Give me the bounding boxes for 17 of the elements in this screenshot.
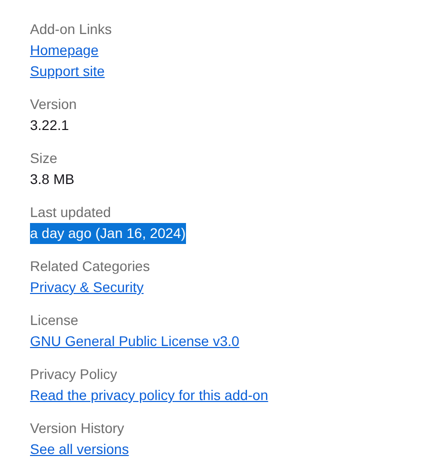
section-label: Last updated [30,203,111,222]
section-label: Size [30,149,58,168]
link[interactable]: Support site [30,61,105,82]
section-label: Privacy Policy [30,365,118,384]
section-label: Version [30,95,77,114]
link[interactable]: See all versions [30,439,129,460]
link[interactable]: GNU General Public License v3.0 [30,331,240,352]
link[interactable]: Homepage [30,40,98,61]
link[interactable]: Read the privacy policy for this add-on [30,385,268,406]
value-text: 3.22.1 [30,116,69,135]
section-label: License [30,311,78,330]
value-text: 3.8 MB [30,170,74,189]
selected-text: a day ago (Jan 16, 2024) [30,223,186,244]
section-label: Version History [30,419,124,438]
section-label: Add-on Links [30,20,112,39]
link[interactable]: Privacy & Security [30,277,144,298]
section-label: Related Categories [30,257,150,276]
